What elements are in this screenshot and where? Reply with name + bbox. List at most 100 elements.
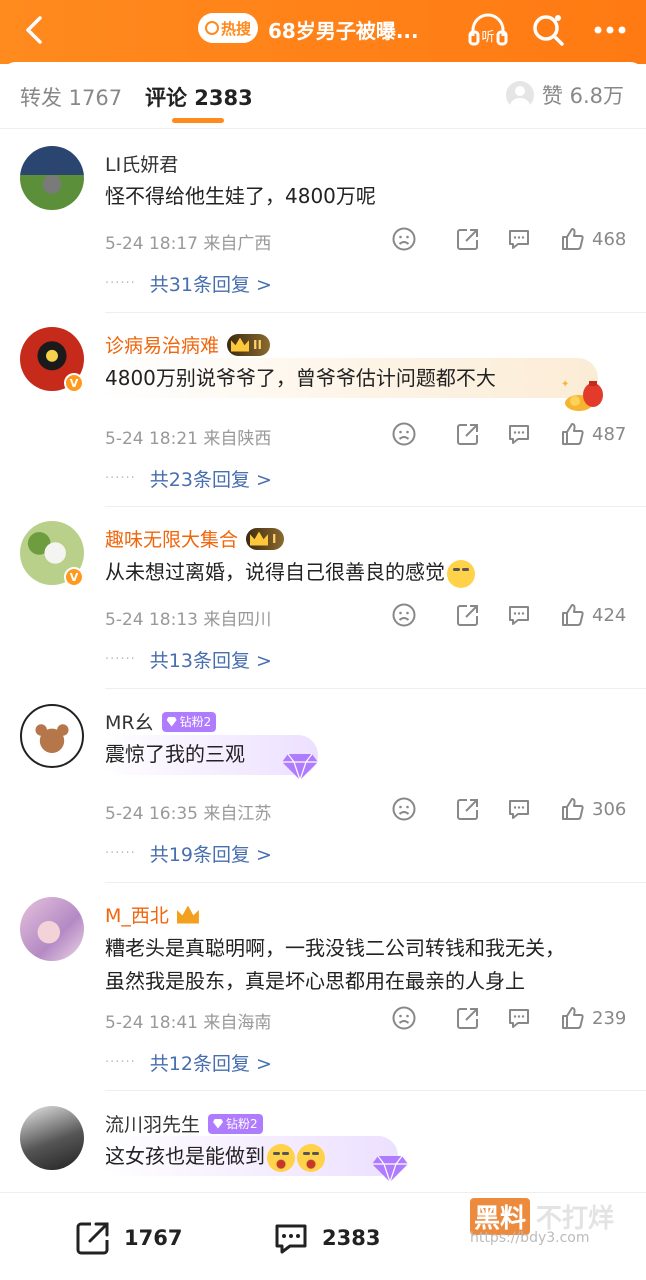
reply-icon[interactable] [506, 602, 532, 628]
more-icon[interactable] [588, 10, 632, 50]
repost-button[interactable]: 1767 [74, 1219, 182, 1257]
comment-button[interactable]: 2383 [272, 1219, 380, 1257]
dislike-icon[interactable] [391, 421, 417, 447]
diamond-fan-badge: 钻粉2 [208, 1113, 263, 1134]
share-icon[interactable] [455, 602, 481, 628]
view-replies-link[interactable]: ······ 共31条回复 > [105, 270, 272, 297]
like-count: 487 [592, 424, 627, 445]
dislike-icon[interactable] [391, 602, 417, 628]
divider [105, 1090, 646, 1091]
comment-text: 糟老头是真聪明啊，一我没钱二公司转钱和我无关， [105, 936, 565, 960]
tab-bar: 转发 1767 评论 2383 赞 6.8万 [0, 62, 646, 128]
svg-text:听: 听 [481, 30, 494, 45]
username[interactable]: M_西北 [105, 901, 199, 928]
listen-icon[interactable]: 听 [466, 10, 510, 50]
dots-icon: ······ [105, 652, 136, 667]
hot-search-badge[interactable]: 热搜 [198, 13, 258, 43]
watermark: 黑料 不打烊 https://bdy3.com [466, 1196, 646, 1252]
tab-likes[interactable]: 赞 6.8万 [505, 80, 624, 110]
dislike-icon[interactable] [391, 226, 417, 252]
comment-text: 震惊了我的三观 [105, 742, 245, 766]
tab-repost[interactable]: 转发 1767 [20, 82, 122, 112]
verified-icon: V [64, 567, 84, 587]
crown-badge-icon: I [246, 527, 285, 550]
repost-count: 1767 [124, 1226, 183, 1250]
username[interactable]: 诊病易治病难 II [105, 331, 270, 358]
crown-badge-icon: II [227, 333, 270, 356]
verified-icon: V [64, 373, 84, 393]
avatar[interactable] [20, 146, 84, 210]
username[interactable]: LI氏妍君 [105, 150, 178, 177]
comment-text: 这女孩也是能做到 [105, 1138, 325, 1174]
reply-icon[interactable] [506, 1005, 532, 1031]
back-arrow-icon[interactable] [14, 10, 54, 50]
top-bar: 热搜 68岁男子被曝... 听 [0, 0, 646, 64]
diamond-icon [213, 1118, 224, 1129]
share-icon[interactable] [455, 421, 481, 447]
divider [0, 128, 646, 129]
tab-comments[interactable]: 评论 2383 [145, 82, 253, 112]
like-icon[interactable] [560, 1005, 586, 1031]
avatar-icon [505, 81, 534, 109]
like-count: 306 [592, 799, 627, 820]
divider [105, 882, 646, 883]
diamond-icon [372, 1155, 408, 1184]
like-icon[interactable] [560, 796, 586, 822]
divider [105, 506, 646, 507]
comments-card: 转发 1767 评论 2383 赞 6.8万 [0, 62, 646, 1280]
dots-icon: ······ [105, 846, 136, 861]
comment-meta: 5-24 18:17 来自广西 [105, 234, 272, 254]
comment-meta: 5-24 18:21 来自陕西 [105, 429, 272, 449]
likes-total-label: 赞 6.8万 [541, 84, 624, 108]
crown-icon [176, 905, 199, 924]
watermark-url: https://bdy3.com [470, 1230, 590, 1246]
diamond-icon [282, 753, 318, 782]
dislike-icon[interactable] [391, 796, 417, 822]
comment-text: 虽然我是股东，真是坏心思都用在最亲的人身上 [105, 969, 525, 993]
comment-meta: 5-24 18:13 来自四川 [105, 610, 272, 630]
like-count: 424 [592, 605, 627, 626]
crying-emoji-icon [267, 1143, 295, 1172]
reply-icon[interactable] [506, 226, 532, 252]
reply-icon[interactable] [506, 421, 532, 447]
avatar[interactable] [20, 897, 84, 961]
view-replies-link[interactable]: ······ 共12条回复 > [105, 1049, 272, 1076]
comment-text: 怪不得给他生娃了，4800万呢 [105, 184, 376, 208]
diamond-fan-badge: 钻粉2 [161, 711, 217, 732]
username[interactable]: MR幺 钻粉2 [105, 708, 217, 735]
comment-meta: 5-24 18:41 来自海南 [105, 1013, 272, 1033]
comment-count: 2383 [322, 1226, 381, 1250]
dots-icon: ······ [105, 1055, 136, 1070]
view-replies-link[interactable]: ······ 共13条回复 > [105, 646, 272, 673]
username[interactable]: 流川羽先生 钻粉2 [105, 1110, 263, 1137]
comment-text: 从未想过离婚，说得自己很善良的感觉 [105, 554, 475, 590]
dislike-icon[interactable] [391, 1005, 417, 1031]
share-icon[interactable] [455, 796, 481, 822]
view-replies-link[interactable]: ······ 共23条回复 > [105, 465, 272, 492]
like-icon[interactable] [560, 226, 586, 252]
avatar[interactable] [20, 1106, 84, 1170]
share-icon [76, 1222, 109, 1255]
page-title[interactable]: 68岁男子被曝... [268, 15, 419, 44]
tab-active-indicator [172, 118, 224, 123]
reply-icon[interactable] [506, 796, 532, 822]
svg-text:✦: ✦ [561, 379, 569, 390]
comment-icon [275, 1224, 307, 1254]
comment-meta: 5-24 16:35 来自江苏 [105, 804, 272, 824]
avatar[interactable] [20, 704, 84, 768]
search-icon[interactable] [528, 10, 568, 50]
like-icon[interactable] [560, 421, 586, 447]
like-count: 239 [592, 1008, 627, 1029]
emoji-icon [447, 559, 475, 588]
share-icon[interactable] [455, 1005, 481, 1031]
username[interactable]: 趣味无限大集合 I [105, 525, 285, 552]
like-count: 468 [592, 229, 627, 250]
money-bag-icon: ✦ [561, 379, 603, 411]
view-replies-link[interactable]: ······ 共19条回复 > [105, 840, 272, 867]
divider [105, 688, 646, 689]
crying-emoji-icon [297, 1143, 325, 1172]
share-icon[interactable] [455, 226, 481, 252]
divider [105, 312, 646, 313]
comment-text: 4800万别说爷爷了，曾爷爷估计问题都不大 [105, 366, 496, 390]
like-icon[interactable] [560, 602, 586, 628]
